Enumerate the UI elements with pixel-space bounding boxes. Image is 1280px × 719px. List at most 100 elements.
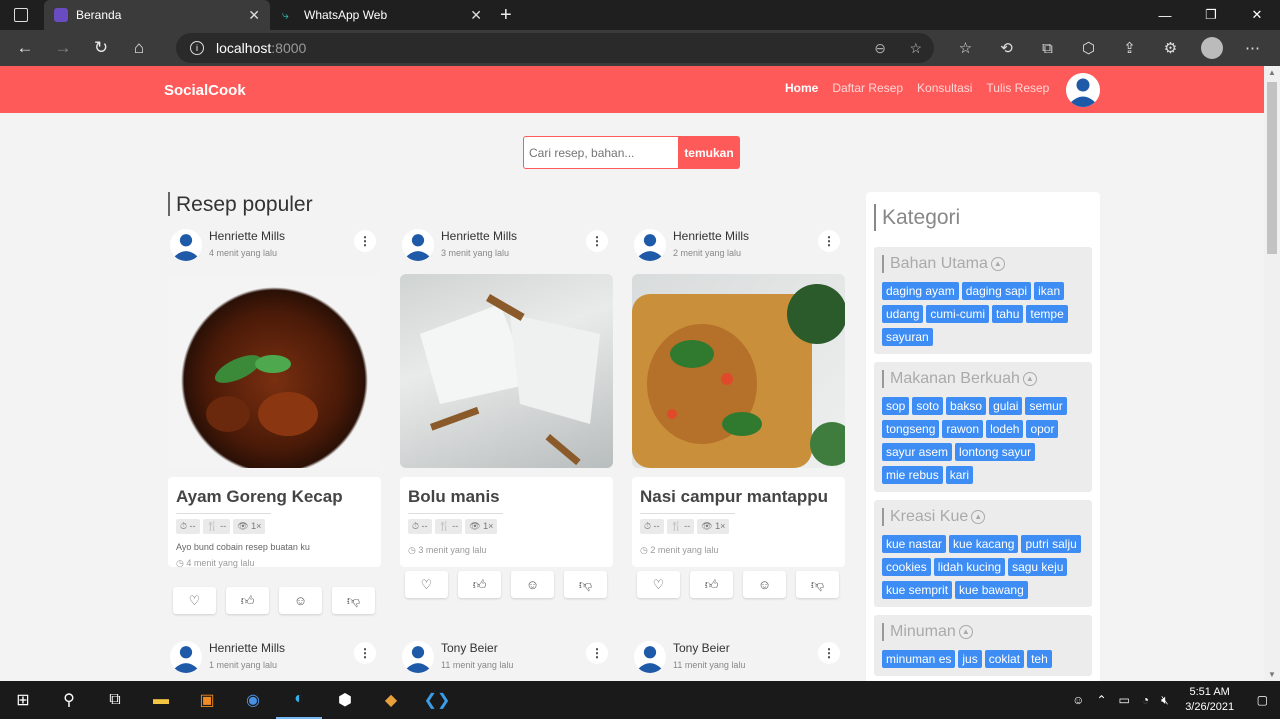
search-button[interactable]: temukan (678, 136, 740, 169)
kebab-menu-icon[interactable]: ⋮ (818, 642, 840, 664)
edge-icon[interactable]: ◐ (276, 681, 322, 719)
nav-daftar-resep[interactable]: Daftar Resep (832, 81, 903, 95)
volume-icon[interactable]: 🔇︎ (1155, 693, 1175, 708)
clock[interactable]: 5:51 AM 3/26/2021 (1175, 685, 1245, 715)
tag[interactable]: kue semprit (882, 581, 953, 599)
tag[interactable]: tongseng (882, 420, 940, 438)
tag[interactable]: sagu keju (1008, 558, 1068, 576)
tag[interactable]: sayuran (882, 328, 933, 346)
address-bar[interactable]: i localhost:8000 ⊖ ☆ (176, 33, 934, 63)
scroll-up-icon[interactable]: ▲ (1268, 68, 1276, 77)
tag[interactable]: jus (958, 650, 982, 668)
info-icon[interactable]: i (190, 41, 204, 55)
scroll-down-icon[interactable]: ▼ (1268, 670, 1276, 679)
more-menu-icon[interactable]: ⋯ (1232, 32, 1273, 64)
people-icon[interactable]: ☺ (1066, 693, 1090, 707)
smile-icon[interactable]: ☺ (279, 587, 322, 614)
search-icon[interactable]: ⚲ (46, 681, 92, 719)
maximize-icon[interactable]: ❐ (1188, 0, 1234, 30)
back-icon[interactable]: ← (6, 32, 44, 64)
author-name[interactable]: Henriette Mills (209, 641, 285, 655)
smile-icon[interactable]: ☺ (511, 571, 554, 598)
nav-tulis-resep[interactable]: Tulis Resep (986, 81, 1049, 95)
tag[interactable]: mie rebus (882, 466, 943, 484)
file-explorer-icon[interactable]: ▬ (138, 681, 184, 719)
author-name[interactable]: Henriette Mills (673, 229, 749, 243)
thumbs-up-icon[interactable]: 👍︎ (226, 587, 269, 614)
extensions-icon[interactable]: ⬡ (1068, 32, 1109, 64)
author-avatar[interactable] (634, 641, 666, 673)
kebab-menu-icon[interactable]: ⋮ (354, 642, 376, 664)
kebab-menu-icon[interactable]: ⋮ (818, 230, 840, 252)
tag[interactable]: tahu (992, 305, 1024, 323)
tag[interactable]: coklat (984, 650, 1025, 668)
tab-actions-icon[interactable] (14, 8, 28, 22)
category-title[interactable]: Kreasi Kue ▲ (882, 508, 1084, 526)
scrollbar-thumb[interactable] (1267, 82, 1277, 254)
tag[interactable]: opor (1026, 420, 1059, 438)
tag[interactable]: minuman es (882, 650, 956, 668)
close-tab-icon[interactable]: ✕ (248, 7, 260, 24)
tag[interactable]: soto (912, 397, 944, 415)
tag[interactable]: kue nastar (882, 535, 947, 553)
category-title[interactable]: Makanan Berkuah ▲ (882, 370, 1084, 388)
tag[interactable]: tempe (1026, 305, 1068, 323)
tray-chevron-icon[interactable]: ⌃ (1090, 693, 1112, 707)
tag[interactable]: daging sapi (961, 282, 1032, 300)
like-heart-icon[interactable]: ♡ (637, 571, 680, 598)
favorites-icon[interactable]: ☆ (945, 32, 986, 64)
tag[interactable]: rawon (942, 420, 984, 438)
kebab-menu-icon[interactable]: ⋮ (586, 230, 608, 252)
thumbs-up-icon[interactable]: 👍︎ (690, 571, 733, 598)
nav-konsultasi[interactable]: Konsultasi (917, 81, 972, 95)
tag[interactable]: semur (1025, 397, 1067, 415)
zoom-icon[interactable]: ⊖ (874, 40, 886, 57)
recipe-title[interactable]: Nasi campur mantappu (640, 487, 837, 509)
notifications-icon[interactable]: ▢ (1245, 693, 1280, 707)
refresh-icon[interactable]: ↻ (82, 32, 120, 64)
search-input[interactable] (523, 136, 678, 169)
minimize-icon[interactable]: — (1142, 0, 1188, 30)
collections-icon[interactable]: ⧉ (1027, 32, 1068, 64)
tag[interactable]: lodeh (986, 420, 1024, 438)
tab-whatsapp[interactable]: ⤷ WhatsApp Web ✕ (272, 0, 492, 30)
chevron-up-icon[interactable]: ▲ (990, 256, 1005, 271)
tag[interactable]: putri salju (1021, 535, 1081, 553)
site-brand[interactable]: SocialCook (164, 82, 246, 99)
close-window-icon[interactable]: ✕ (1234, 0, 1280, 30)
like-heart-icon[interactable]: ♡ (405, 571, 448, 598)
tag[interactable]: cookies (882, 558, 931, 576)
thumbs-up-icon[interactable]: 👍︎ (458, 571, 501, 598)
author-avatar[interactable] (634, 229, 666, 261)
start-icon[interactable]: ⊞ (0, 681, 46, 719)
battery-icon[interactable]: ▭ (1113, 693, 1136, 707)
tag[interactable]: ikan (1034, 282, 1065, 300)
category-title[interactable]: Minuman ▲ (882, 623, 1084, 641)
forward-icon[interactable]: → (44, 32, 82, 64)
kebab-menu-icon[interactable]: ⋮ (354, 230, 376, 252)
profile-icon[interactable] (1191, 32, 1232, 64)
author-avatar[interactable] (402, 229, 434, 261)
tag[interactable]: kue kacang (949, 535, 1019, 553)
kebab-menu-icon[interactable]: ⋮ (586, 642, 608, 664)
author-name[interactable]: Henriette Mills (441, 229, 517, 243)
user-avatar[interactable] (1066, 73, 1100, 107)
smile-icon[interactable]: ☺ (743, 571, 786, 598)
tag[interactable]: lidah kucing (933, 558, 1006, 576)
tag[interactable]: kari (945, 466, 974, 484)
chevron-up-icon[interactable]: ▲ (1022, 371, 1037, 386)
task-view-icon[interactable]: ⧉ (92, 681, 138, 719)
author-name[interactable]: Tony Beier (673, 641, 730, 655)
recipe-image[interactable] (632, 274, 845, 468)
home-icon[interactable]: ⌂ (120, 32, 158, 64)
sourcetree-icon[interactable]: ◆ (368, 681, 414, 719)
recipe-title[interactable]: Bolu manis (408, 487, 605, 509)
recipe-image[interactable] (168, 274, 381, 468)
new-tab-button[interactable]: + (500, 4, 512, 27)
thumbs-down-icon[interactable]: 👎︎ (564, 571, 607, 598)
tag[interactable]: daging ayam (882, 282, 959, 300)
thumbs-down-icon[interactable]: 👎︎ (796, 571, 839, 598)
tag[interactable]: cumi-cumi (926, 305, 990, 323)
author-avatar[interactable] (402, 641, 434, 673)
tab-beranda[interactable]: Beranda ✕ (44, 0, 270, 30)
